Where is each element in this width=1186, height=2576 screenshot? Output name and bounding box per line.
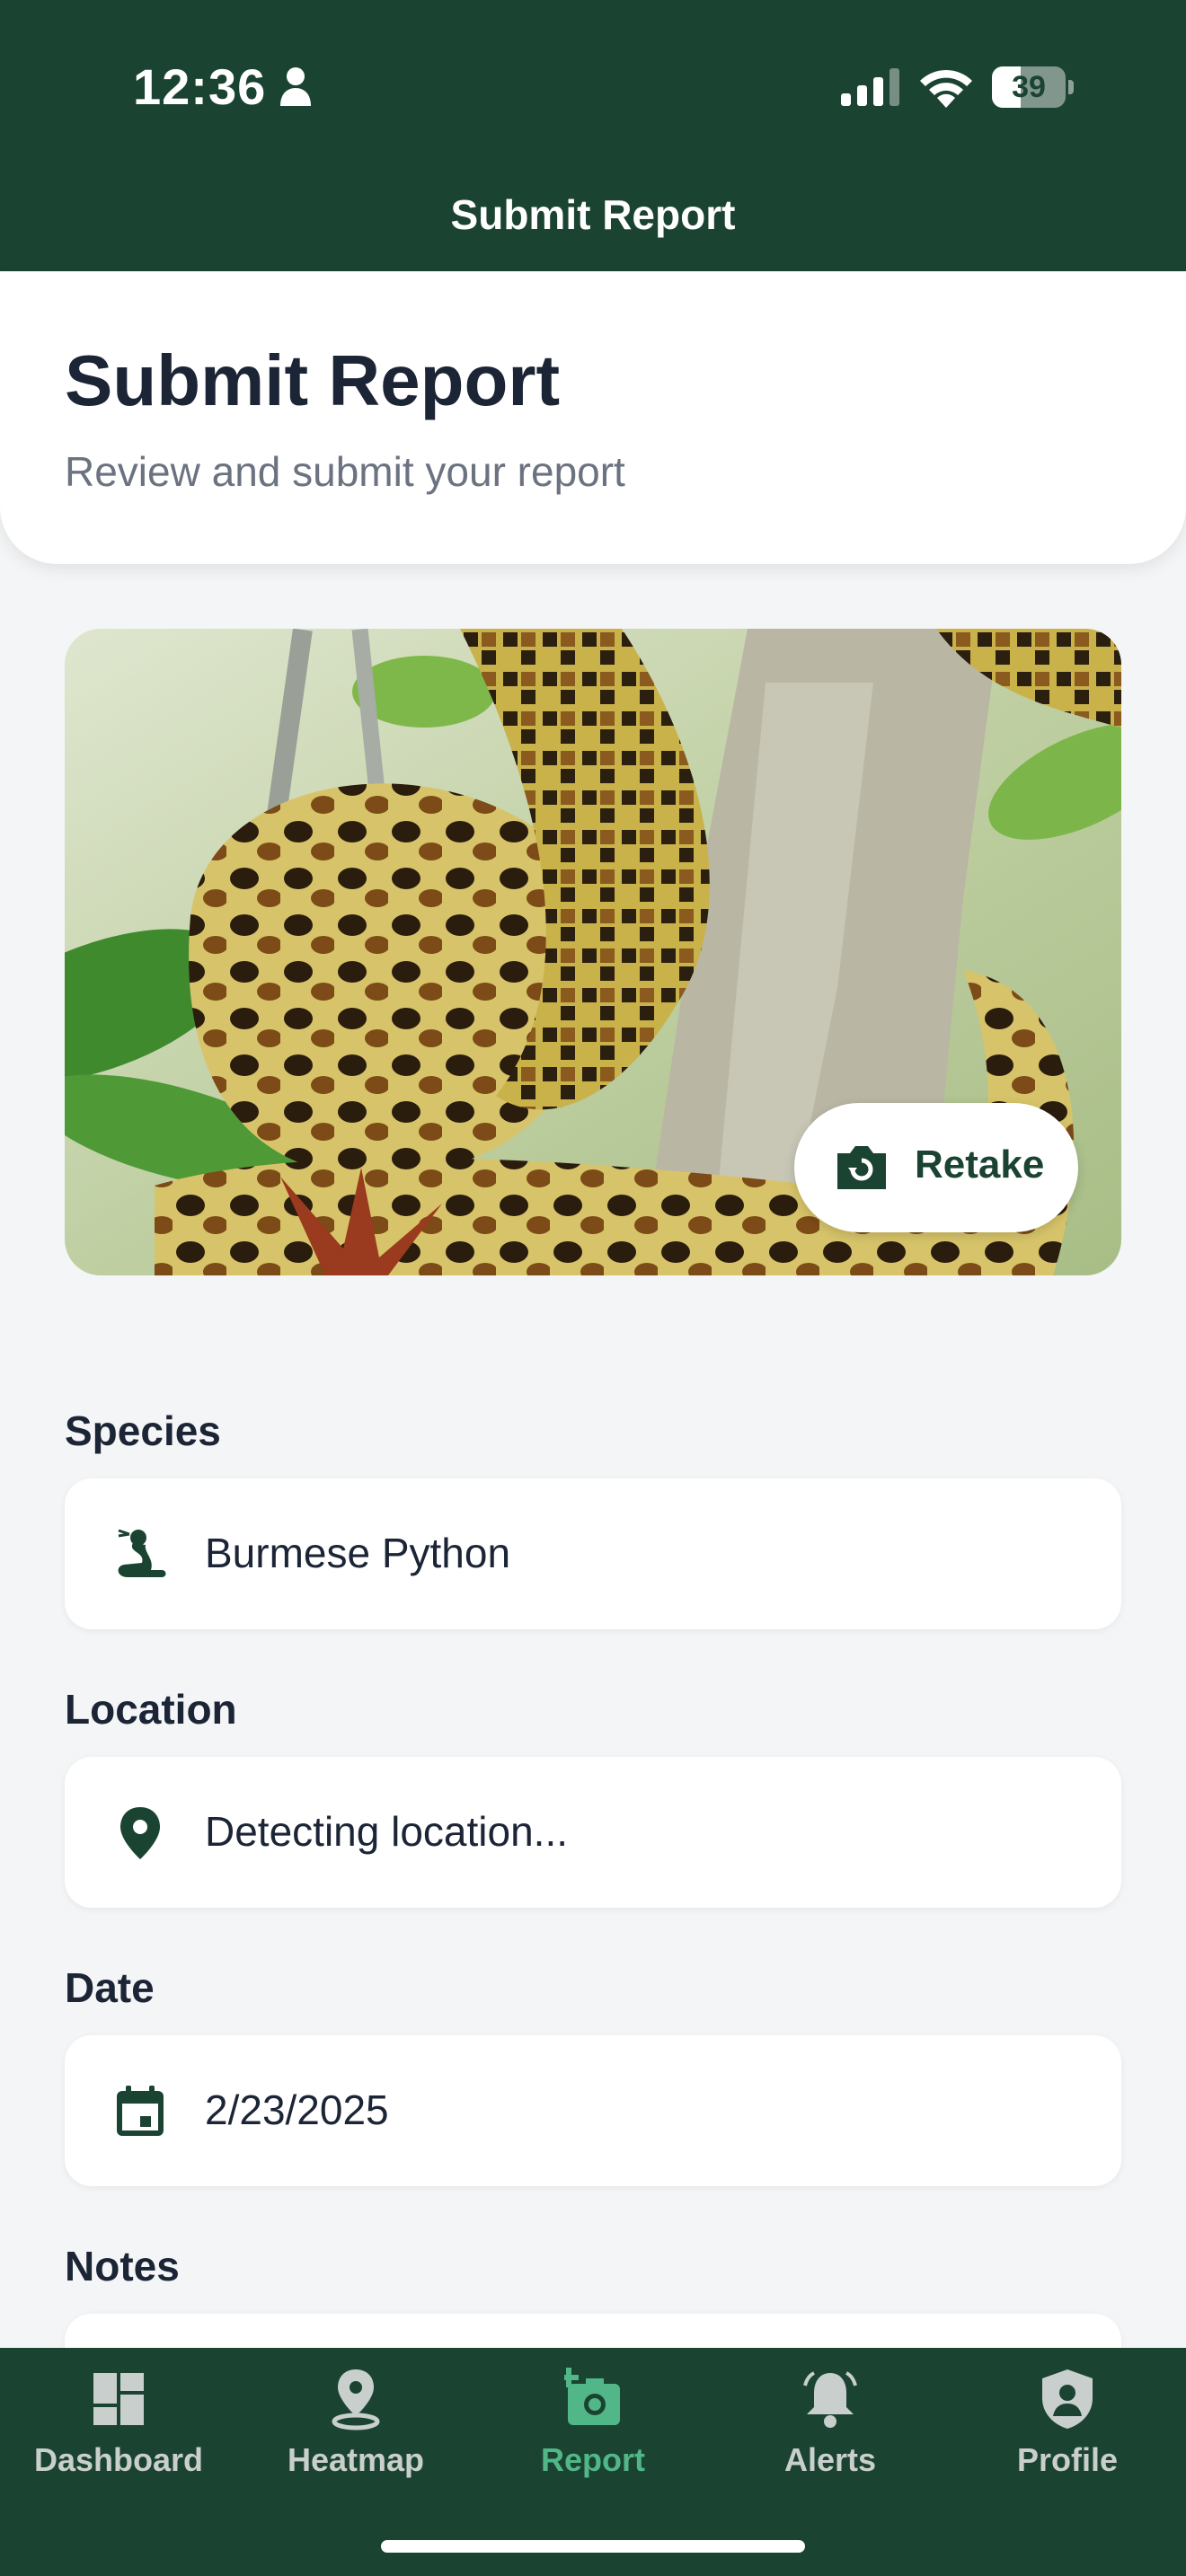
- bell-icon: [803, 2371, 857, 2428]
- species-label: Species: [65, 1407, 221, 1454]
- battery-indicator: 39: [992, 66, 1074, 108]
- retake-label: Retake: [915, 1142, 1045, 1187]
- map-pin-icon: [332, 2369, 380, 2430]
- page-title: Submit Report: [65, 340, 561, 420]
- tab-profile[interactable]: Profile: [949, 2348, 1186, 2492]
- tab-report-label: Report: [541, 2441, 645, 2478]
- map-pin-icon: [120, 1807, 160, 1859]
- nav-title: Submit Report: [450, 191, 736, 238]
- status-time: 12:36: [133, 58, 267, 115]
- tab-profile-label: Profile: [1016, 2441, 1119, 2478]
- top-bar: 12:36 39 Submit Report: [0, 0, 1186, 271]
- wifi-icon: [920, 69, 972, 108]
- species-value: Burmese Python: [205, 1530, 511, 1576]
- camera-retake-icon: [837, 1146, 886, 1189]
- snake-icon: [118, 1529, 166, 1577]
- tab-alerts[interactable]: Alerts: [712, 2348, 949, 2492]
- date-field[interactable]: 2/23/2025: [65, 2035, 1121, 2186]
- tab-alerts-label: Alerts: [783, 2441, 877, 2478]
- location-field[interactable]: Detecting location...: [65, 1757, 1121, 1908]
- tab-dashboard[interactable]: Dashboard: [0, 2348, 237, 2492]
- person-icon: [280, 67, 311, 106]
- date-value: 2/23/2025: [205, 2086, 389, 2133]
- battery-percent: 39: [1012, 70, 1046, 104]
- home-indicator: [381, 2540, 805, 2553]
- bottom-tab-bar: Dashboard Heatmap Report Alerts Profile: [0, 2348, 1186, 2576]
- shield-user-icon: [1042, 2369, 1093, 2429]
- location-value: Detecting location...: [205, 1808, 569, 1855]
- dashboard-icon: [93, 2373, 144, 2425]
- retake-button[interactable]: Retake: [794, 1103, 1078, 1232]
- add-photo-icon: [564, 2368, 620, 2425]
- date-label: Date: [65, 1964, 155, 2011]
- tab-report[interactable]: Report: [474, 2348, 712, 2492]
- tab-heatmap-label: Heatmap: [287, 2441, 425, 2478]
- tab-heatmap[interactable]: Heatmap: [237, 2348, 474, 2492]
- location-label: Location: [65, 1686, 237, 1733]
- header-card: Submit Report Review and submit your rep…: [0, 271, 1186, 564]
- species-field[interactable]: Burmese Python: [65, 1478, 1121, 1629]
- page-subtitle: Review and submit your report: [65, 448, 625, 495]
- tab-dashboard-label: Dashboard: [33, 2441, 204, 2478]
- cellular-signal-icon: [841, 68, 899, 106]
- submit-report-screen: 12:36 39 Submit Report Submit Report Rev…: [0, 0, 1186, 2576]
- calendar-icon: [117, 2086, 164, 2136]
- notes-label: Notes: [65, 2243, 180, 2289]
